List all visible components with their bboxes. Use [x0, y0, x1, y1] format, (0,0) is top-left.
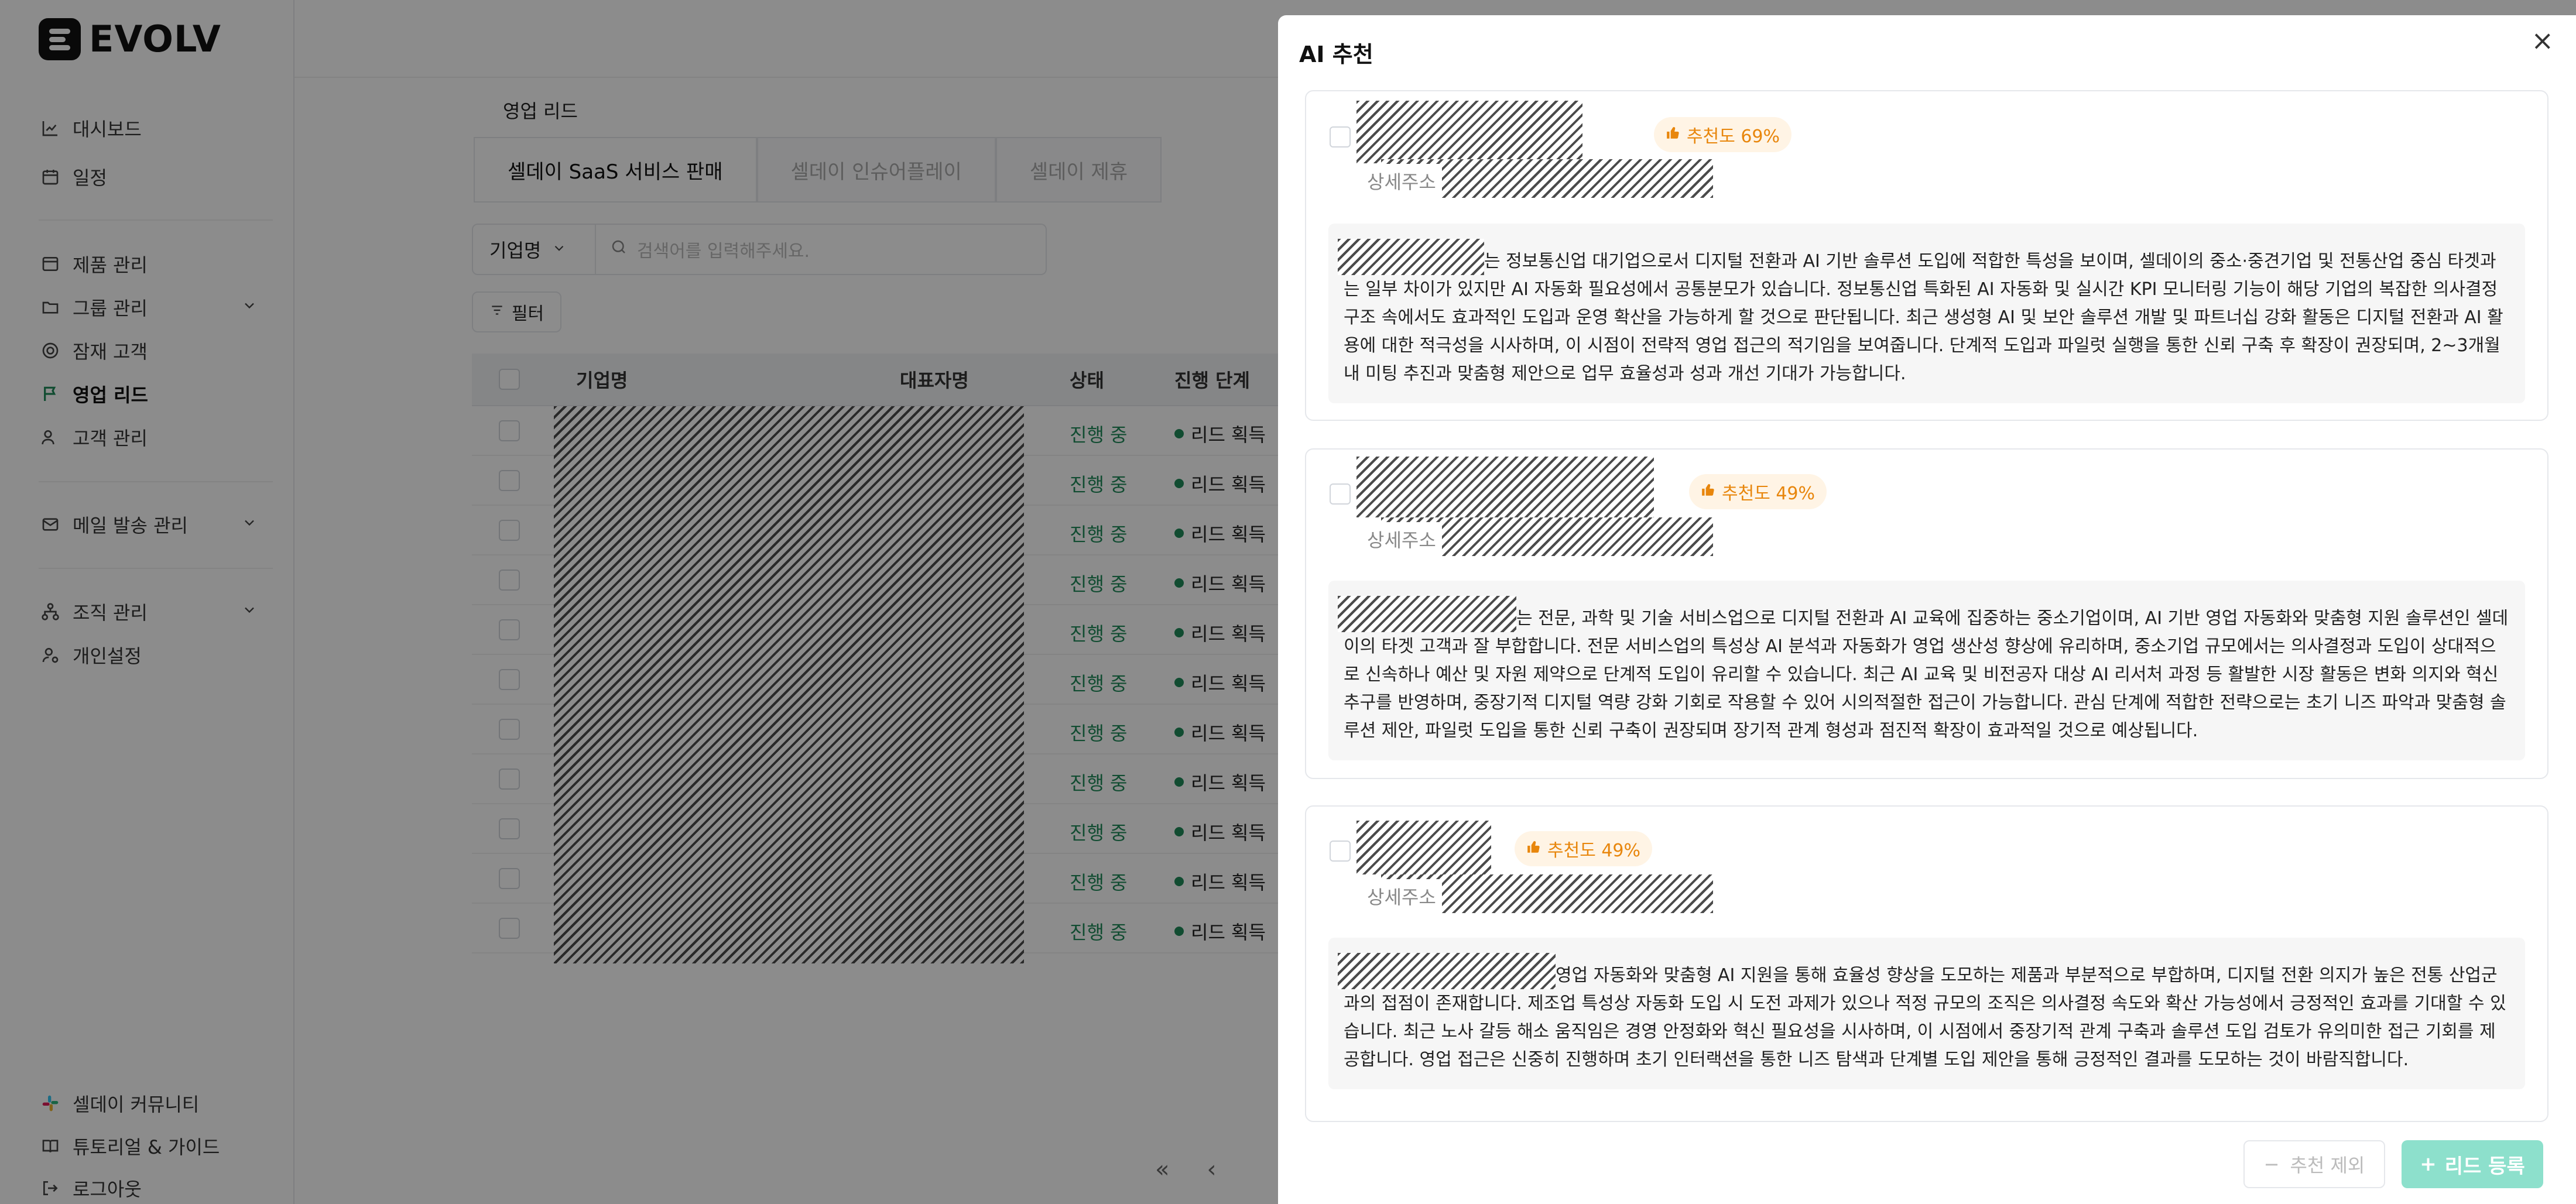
recommendation-description: 는 정보통신업 대기업으로서 디지털 전환과 AI 기반 솔루션 도입에 적합한…: [1328, 224, 2525, 403]
register-lead-button[interactable]: + 리드 등록: [2402, 1140, 2543, 1188]
ai-recommendation-drawer: AI 추천 × 상세주소 추천도 69% 는 정보통신업 대기업으로서 디지털 …: [1278, 15, 2576, 1204]
score-text: 추천도 49%: [1722, 483, 1815, 504]
recommendation-card: 상세주소 추천도 69% 는 정보통신업 대기업으로서 디지털 전환과 AI 기…: [1305, 90, 2548, 421]
recommendation-description: 영업 자동화와 맞춤형 AI 지원을 통해 효율성 향상을 도모하는 제품과 부…: [1328, 938, 2525, 1089]
redacted-company-name: [1356, 457, 1654, 517]
description-text: 는 정보통신업 대기업으로서 디지털 전환과 AI 기반 솔루션 도입에 적합한…: [1344, 251, 2503, 384]
card-checkbox[interactable]: [1330, 841, 1351, 862]
address-label: 상세주소: [1361, 164, 1442, 198]
redacted-company-name: [1356, 821, 1491, 874]
redacted-company-inline: [1338, 239, 1484, 275]
thumbs-up-icon: [1701, 482, 1716, 502]
exclude-recommendation-button[interactable]: − 추천 제외: [2243, 1140, 2385, 1188]
redacted-company-name: [1356, 101, 1582, 163]
drawer-title: AI 추천: [1299, 42, 1373, 67]
register-button-label: 리드 등록: [2444, 1154, 2525, 1178]
recommendation-card: 상세주소 추천도 49% 는 전문, 과학 및 기술 서비스업으로 디지털 전환…: [1305, 448, 2548, 779]
minus-icon: −: [2263, 1153, 2280, 1175]
score-text: 추천도 49%: [1547, 841, 1641, 861]
redacted-company-inline: [1338, 953, 1556, 989]
address-label: 상세주소: [1361, 879, 1442, 913]
score-text: 추천도 69%: [1687, 126, 1780, 147]
redacted-company-inline: [1338, 596, 1516, 632]
thumbs-up-icon: [1666, 125, 1681, 145]
score-badge: 추천도 69%: [1654, 117, 1792, 152]
recommendation-description: 는 전문, 과학 및 기술 서비스업으로 디지털 전환과 AI 교육에 집중하는…: [1328, 581, 2525, 760]
close-icon[interactable]: ×: [2531, 25, 2554, 56]
description-text: 는 전문, 과학 및 기술 서비스업으로 디지털 전환과 AI 교육에 집중하는…: [1344, 608, 2509, 741]
score-badge: 추천도 49%: [1689, 474, 1827, 509]
card-checkbox[interactable]: [1330, 126, 1351, 148]
score-badge: 추천도 49%: [1515, 831, 1653, 866]
exclude-button-label: 추천 제외: [2290, 1154, 2365, 1176]
plus-icon: +: [2420, 1152, 2437, 1176]
address-label: 상세주소: [1361, 522, 1442, 556]
thumbs-up-icon: [1526, 839, 1542, 859]
recommendation-card: 상세주소 추천도 49% 영업 자동화와 맞춤형 AI 지원을 통해 효율성 향…: [1305, 805, 2548, 1122]
card-checkbox[interactable]: [1330, 483, 1351, 505]
